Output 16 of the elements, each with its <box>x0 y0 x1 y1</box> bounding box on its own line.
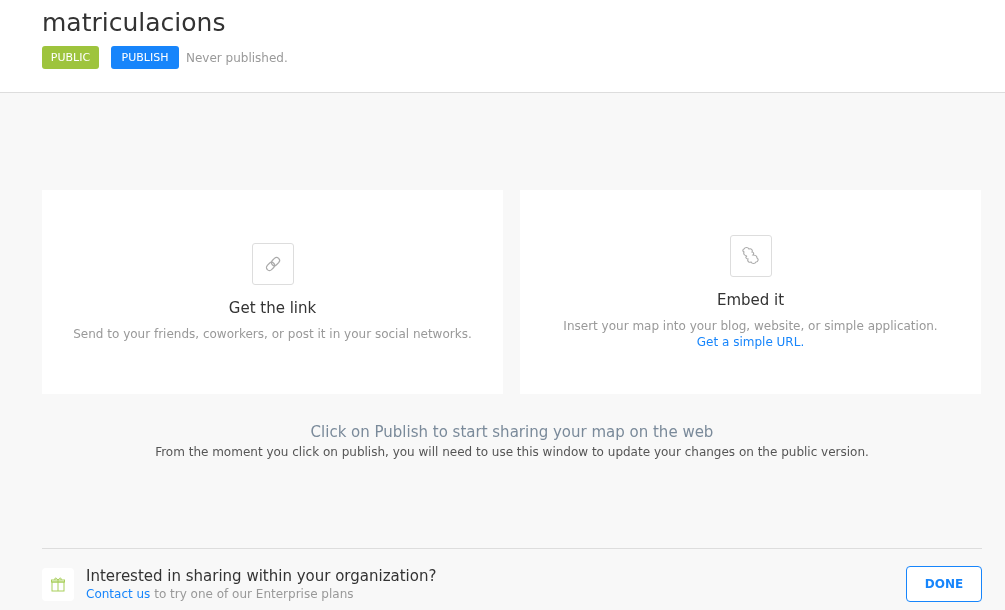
notice-title: Click on Publish to start sharing your map on the web <box>309 423 715 441</box>
card-description: Insert your map into your blog, website, or simple application. <box>563 319 938 333</box>
enterprise-text: Contact us to try one of our Enterprise plans <box>86 587 355 601</box>
notice-text: From the moment you click on publish, you will need to use this window to update your changes on the public version. <box>154 445 870 459</box>
card-title: Get the link <box>228 299 317 317</box>
map-title: matriculacions <box>42 7 227 39</box>
enterprise-title: Interested in sharing within your organization? <box>86 567 438 585</box>
simple-url-link[interactable]: Get a simple URL. <box>696 335 805 349</box>
card-description: Send to your friends, coworkers, or post it in your social networks. <box>73 327 472 341</box>
done-button[interactable]: DONE <box>906 566 982 602</box>
visibility-badge[interactable]: PUBLIC <box>42 46 99 69</box>
publish-status: Never published. <box>186 50 288 65</box>
publish-button[interactable]: PUBLISH <box>111 46 179 69</box>
card-title: Embed it <box>716 291 785 309</box>
contact-us-link[interactable]: Contact us <box>86 587 151 601</box>
gift-icon <box>50 576 66 592</box>
